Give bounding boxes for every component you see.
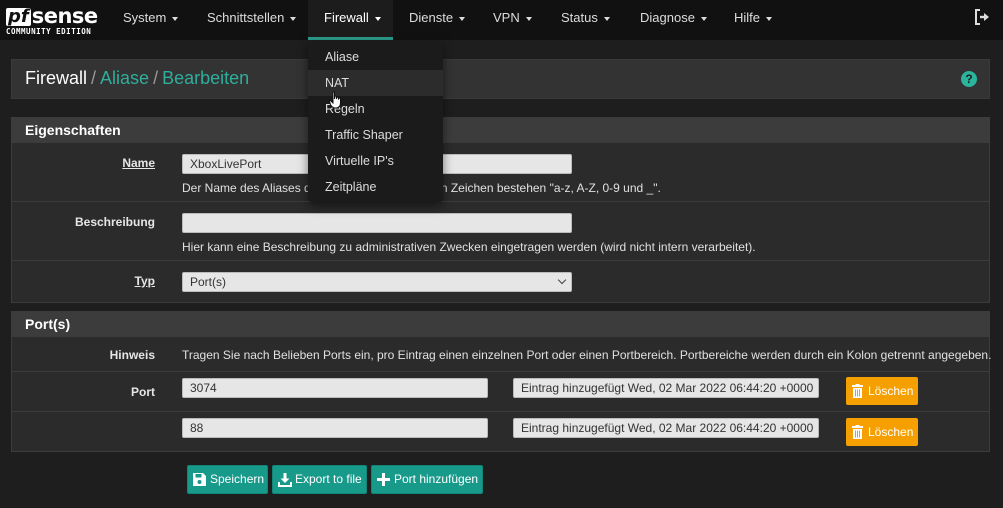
save-icon <box>193 473 206 486</box>
ports-panel: Port(s) Hinweis Tragen Sie nach Belieben… <box>11 311 992 452</box>
nav-diagnostics[interactable]: Diagnose <box>624 0 723 40</box>
nav-label: VPN <box>493 10 520 25</box>
chevron-down-icon <box>557 275 567 285</box>
port-description-input[interactable]: Eintrag hinzugefügt Wed, 02 Mar 2022 06:… <box>513 418 819 438</box>
delete-label: Löschen <box>868 384 914 398</box>
type-row: Typ Port(s) <box>12 260 989 302</box>
add-port-label: Port hinzufügen <box>394 472 479 486</box>
breadcrumb: Firewall / Aliase / Bearbeiten <box>25 68 249 89</box>
trash-icon <box>852 425 863 439</box>
delete-label: Löschen <box>868 425 914 439</box>
pfsense-logo[interactable]: pf sense COMMUNITY EDITION <box>6 4 101 36</box>
firewall-dropdown-menu: Aliase NAT Regeln Traffic Shaper Virtuel… <box>308 41 443 202</box>
nav-firewall[interactable]: Firewall <box>308 0 393 40</box>
breadcrumb-bar: Firewall / Aliase / Bearbeiten ? <box>11 59 990 99</box>
nav-help[interactable]: Hilfe <box>718 0 788 40</box>
export-button[interactable]: Export to file <box>272 465 367 494</box>
caret-down-icon <box>525 16 532 21</box>
port-input[interactable]: 3074 <box>182 378 488 398</box>
delete-port-button[interactable]: Löschen <box>846 418 918 446</box>
export-label: Export to file <box>295 472 362 486</box>
menu-item-schedules[interactable]: Zeitpläne <box>308 174 443 200</box>
caret-down-icon <box>172 16 179 21</box>
help-icon[interactable]: ? <box>961 71 977 87</box>
type-select[interactable]: Port(s) <box>182 272 572 292</box>
hint-label: Hinweis <box>109 348 155 362</box>
save-button[interactable]: Speichern <box>187 465 268 494</box>
nav-vpn[interactable]: VPN <box>477 0 548 40</box>
hint-text: Tragen Sie nach Belieben Ports ein, pro … <box>182 348 992 362</box>
menu-item-virtual-ips[interactable]: Virtuelle IP's <box>308 148 443 174</box>
panel-title: Eigenschaften <box>12 118 989 142</box>
description-input[interactable] <box>182 213 572 233</box>
port-label: Port <box>131 385 155 399</box>
name-row: Name XboxLivePort Der Name des Aliases d… <box>12 142 989 201</box>
nav-label: Diagnose <box>640 10 695 25</box>
nav-system[interactable]: System <box>107 0 194 40</box>
port-row: Port 3074 Eintrag hinzugefügt Wed, 02 Ma… <box>12 371 989 411</box>
logout-icon[interactable] <box>973 8 991 26</box>
type-label: Typ <box>134 274 155 288</box>
nav-label: Schnittstellen <box>207 10 285 25</box>
nav-interfaces[interactable]: Schnittstellen <box>191 0 312 40</box>
breadcrumb-separator: / <box>91 68 97 88</box>
breadcrumb-edit[interactable]: Bearbeiten <box>162 68 249 88</box>
logo-edition: COMMUNITY EDITION <box>6 27 92 36</box>
breadcrumb-firewall: Firewall <box>25 68 88 88</box>
description-help-text: Hier kann eine Beschreibung zu administr… <box>182 240 756 254</box>
plus-icon <box>377 473 390 486</box>
save-label: Speichern <box>210 472 265 486</box>
hand-cursor-icon <box>329 91 341 109</box>
description-row: Beschreibung Hier kann eine Beschreibung… <box>12 201 989 260</box>
caret-down-icon <box>766 16 773 21</box>
properties-panel: Eigenschaften Name XboxLivePort Der Name… <box>11 117 990 303</box>
nav-label: Firewall <box>324 10 369 25</box>
logo-word: sense <box>31 4 98 28</box>
caret-down-icon <box>290 16 297 21</box>
caret-down-icon <box>700 16 707 21</box>
menu-item-traffic-shaper[interactable]: Traffic Shaper <box>308 122 443 148</box>
hint-row: Hinweis Tragen Sie nach Belieben Ports e… <box>12 336 992 371</box>
nav-label: Hilfe <box>734 10 761 25</box>
caret-down-icon <box>603 16 610 21</box>
caret-down-icon <box>374 16 381 21</box>
breadcrumb-aliases[interactable]: Aliase <box>100 68 149 88</box>
panel-title: Port(s) <box>12 312 989 336</box>
logo-mark: pf <box>6 6 31 27</box>
trash-icon <box>852 384 863 398</box>
download-icon <box>278 473 292 487</box>
nav-label: System <box>123 10 167 25</box>
top-navbar: pf sense COMMUNITY EDITION System Schnit… <box>0 0 1003 40</box>
add-port-button[interactable]: Port hinzufügen <box>371 465 483 494</box>
port-input[interactable]: 88 <box>182 418 488 438</box>
port-description-input[interactable]: Eintrag hinzugefügt Wed, 02 Mar 2022 06:… <box>513 378 819 398</box>
name-label: Name <box>122 156 155 170</box>
breadcrumb-separator: / <box>153 68 159 88</box>
description-label: Beschreibung <box>74 215 155 229</box>
type-selected-value: Port(s) <box>190 275 226 289</box>
nav-status[interactable]: Status <box>545 0 626 40</box>
delete-port-button[interactable]: Löschen <box>846 377 918 405</box>
nav-services[interactable]: Dienste <box>393 0 481 40</box>
nav-label: Dienste <box>409 10 454 25</box>
menu-item-aliases[interactable]: Aliase <box>308 44 443 70</box>
nav-label: Status <box>561 10 598 25</box>
port-row: 88 Eintrag hinzugefügt Wed, 02 Mar 2022 … <box>12 411 989 451</box>
caret-down-icon <box>459 16 466 21</box>
